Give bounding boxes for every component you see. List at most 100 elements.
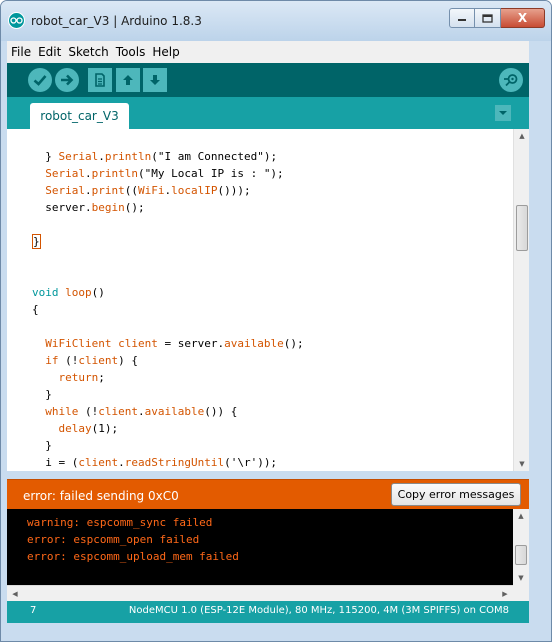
code-token: ('\r')); — [224, 456, 278, 469]
scroll-up-icon[interactable]: ▲ — [514, 129, 530, 143]
code-token: if — [45, 354, 59, 367]
code-line[interactable]: Serial.print((WiFi.localIP())); — [32, 182, 250, 199]
code-token: . — [98, 150, 105, 163]
menu-file[interactable]: File — [8, 45, 34, 59]
new-icon[interactable] — [88, 68, 112, 92]
editor-scroll-thumb[interactable] — [516, 205, 528, 251]
code-token: client — [118, 337, 158, 350]
scroll-down-icon[interactable]: ▼ — [514, 457, 530, 471]
code-line[interactable]: } — [32, 386, 52, 403]
code-editor[interactable]: } Serial.println("I am Connected"); Seri… — [7, 129, 529, 471]
menu-bar: File Edit Sketch Tools Help — [7, 41, 529, 63]
console-output[interactable]: warning: espcomm_sync failed error: espc… — [7, 509, 529, 601]
upload-icon[interactable] — [55, 68, 79, 92]
code-token: Serial — [45, 184, 85, 197]
code-token: { — [32, 303, 39, 316]
minimize-icon[interactable] — [449, 8, 475, 28]
code-token: } — [32, 150, 59, 163]
editor-vertical-scrollbar[interactable]: ▲ ▼ — [513, 129, 529, 471]
code-token: ("My Local IP is : "); — [137, 167, 284, 180]
code-line[interactable]: while (!client.available()) { — [32, 403, 237, 420]
code-token: () — [91, 286, 105, 299]
bottom-status-bar: 7 NodeMCU 1.0 (ESP-12E Module), 80 MHz, … — [7, 601, 529, 623]
code-token: } — [32, 439, 52, 452]
error-message: error: failed sending 0xC0 — [23, 489, 179, 503]
code-line[interactable]: WiFiClient client = server.available(); — [32, 335, 303, 352]
menu-edit[interactable]: Edit — [35, 45, 64, 59]
console-line: error: espcomm_open failed — [27, 533, 200, 546]
code-token: client — [98, 405, 138, 418]
line-number: 7 — [30, 605, 37, 616]
code-token: Serial — [58, 150, 99, 163]
console-scroll-thumb[interactable] — [515, 545, 527, 565]
scrollbar-corner — [513, 585, 529, 601]
menu-help[interactable]: Help — [149, 45, 182, 59]
save-icon[interactable] — [143, 68, 167, 92]
code-token: WiFi — [138, 184, 165, 197]
maximize-icon[interactable] — [475, 8, 501, 28]
code-token: ()) { — [204, 405, 238, 418]
code-line[interactable]: void loop() — [32, 284, 105, 301]
open-icon[interactable] — [116, 68, 140, 92]
code-token: (! — [58, 354, 79, 367]
code-token: available — [224, 337, 284, 350]
code-token: (( — [124, 184, 138, 197]
code-line[interactable]: { — [32, 301, 39, 318]
code-line[interactable]: } — [32, 437, 52, 454]
code-line[interactable]: delay(1); — [32, 420, 119, 437]
code-line[interactable]: } Serial.println("I am Connected"); — [32, 148, 277, 165]
code-token: } — [32, 234, 41, 249]
menu-tools[interactable]: Tools — [113, 45, 149, 59]
code-token: (1); — [91, 422, 119, 435]
code-token: loop — [65, 286, 92, 299]
window-title: robot_car_V3 | Arduino 1.8.3 — [31, 14, 202, 28]
code-token: begin — [91, 201, 125, 214]
code-token: . — [85, 167, 92, 180]
code-token: ) { — [118, 354, 138, 367]
code-token: client — [78, 354, 119, 367]
scroll-down-icon[interactable]: ▼ — [513, 571, 529, 585]
tab-robot-car-v3[interactable]: robot_car_V3 — [30, 103, 129, 129]
code-line[interactable]: i = (client.readStringUntil('\r')); — [32, 454, 277, 471]
title-bar[interactable]: robot_car_V3 | Arduino 1.8.3 X — [1, 1, 551, 41]
console-vertical-scrollbar[interactable]: ▲ ▼ — [513, 509, 529, 585]
code-line[interactable]: Serial.println("My Local IP is : "); — [32, 165, 284, 182]
console-line: error: espcomm_upload_mem failed — [27, 550, 239, 563]
arduino-window: robot_car_V3 | Arduino 1.8.3 X File Edit… — [0, 0, 552, 642]
code-line[interactable]: if (!client) { — [32, 352, 138, 369]
close-button[interactable]: X — [501, 8, 545, 28]
scroll-up-icon[interactable]: ▲ — [513, 509, 529, 523]
tab-menu-icon[interactable] — [495, 105, 511, 121]
code-token: = server. — [157, 337, 225, 350]
code-token: localIP — [171, 184, 218, 197]
code-line[interactable]: server.begin(); — [32, 199, 144, 216]
window-controls: X — [449, 8, 545, 28]
code-token: delay — [58, 422, 92, 435]
console-horizontal-scrollbar[interactable]: ◀ ▶ — [7, 585, 513, 601]
verify-icon[interactable] — [28, 68, 52, 92]
code-token: (! — [78, 405, 99, 418]
code-token: . — [118, 456, 125, 469]
code-line[interactable]: } — [32, 233, 41, 250]
scroll-left-icon[interactable]: ◀ — [7, 586, 23, 602]
code-line[interactable]: return; — [32, 369, 105, 386]
scroll-right-icon[interactable]: ▶ — [497, 586, 513, 602]
toolbar — [7, 63, 529, 97]
board-info: NodeMCU 1.0 (ESP-12E Module), 80 MHz, 11… — [128, 605, 509, 616]
menu-sketch[interactable]: Sketch — [65, 45, 111, 59]
code-token: readStringUntil — [124, 456, 225, 469]
tab-bar: robot_car_V3 — [7, 97, 529, 129]
code-token: Serial — [45, 167, 85, 180]
code-area[interactable]: } Serial.println("I am Connected"); Seri… — [7, 129, 513, 471]
serial-monitor-icon[interactable] — [499, 68, 523, 92]
copy-error-messages-button[interactable]: Copy error messages — [391, 483, 521, 506]
arduino-logo-icon — [8, 12, 25, 29]
code-token: ("I am Connected"); — [151, 150, 278, 163]
code-token: . — [85, 184, 92, 197]
code-token: void — [32, 286, 59, 299]
code-token: ; — [98, 371, 105, 384]
